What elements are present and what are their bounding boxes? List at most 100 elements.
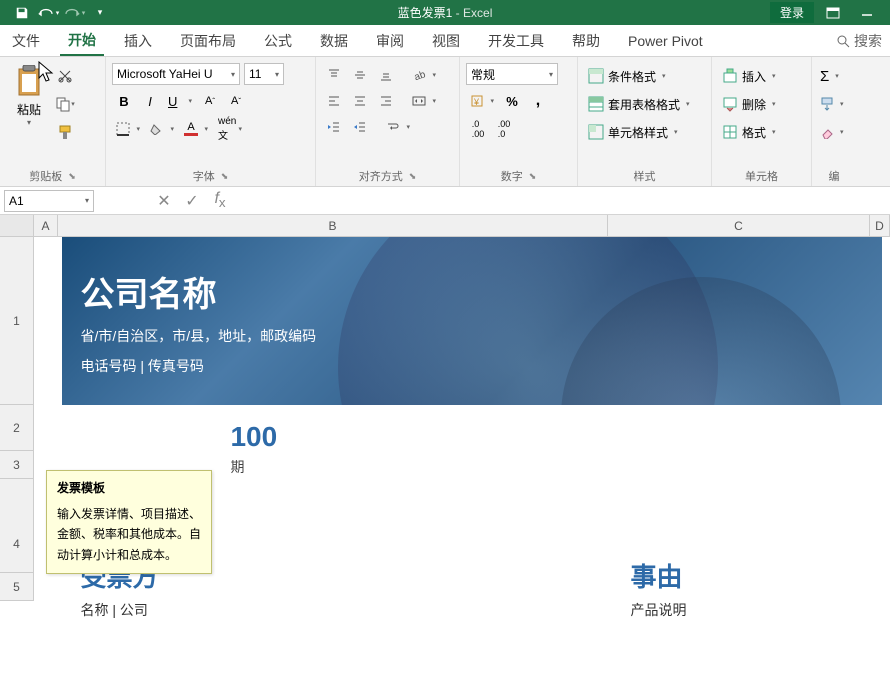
tab-data[interactable]: 数据 — [312, 27, 356, 55]
search-label: 搜索 — [854, 31, 882, 51]
conditional-formatting-button[interactable]: 条件格式▾ — [584, 63, 705, 89]
increase-font-button[interactable]: Aˆ — [198, 89, 222, 113]
format-cells-button[interactable]: 格式▾ — [718, 119, 805, 145]
column-header-A[interactable]: A — [34, 215, 58, 236]
number-format-combo[interactable]: 常规▾ — [466, 63, 558, 85]
format-as-table-button[interactable]: 套用表格格式▾ — [584, 91, 705, 117]
row-header-1[interactable]: 1 — [0, 237, 34, 405]
borders-button[interactable]: ▾ — [112, 117, 144, 141]
fill-color-button[interactable]: ▾ — [146, 117, 178, 141]
tab-insert[interactable]: 插入 — [116, 27, 160, 55]
delete-cells-button[interactable]: 删除▾ — [718, 91, 805, 117]
decrease-decimal-button[interactable]: .00.0 — [492, 117, 516, 141]
column-header-C[interactable]: C — [608, 215, 870, 236]
increase-indent-button[interactable] — [348, 115, 372, 139]
font-size-combo[interactable]: 11▾ — [244, 63, 284, 85]
italic-button[interactable]: I — [138, 89, 162, 113]
undo-button[interactable]: ▾ — [36, 2, 60, 24]
tab-file[interactable]: 文件 — [8, 27, 48, 55]
delete-icon — [722, 96, 738, 112]
fill-button[interactable]: ▾ — [818, 91, 850, 117]
quick-access-toolbar: ▾ ▾ ▾ — [0, 2, 112, 24]
accounting-format-button[interactable]: ¥▾ — [466, 89, 498, 113]
tab-page-layout[interactable]: 页面布局 — [172, 27, 244, 55]
currency-icon: ¥ — [470, 94, 484, 108]
align-middle-button[interactable] — [348, 63, 372, 87]
formula-input[interactable] — [230, 190, 890, 212]
tab-home[interactable]: 开始 — [60, 26, 104, 56]
font-launcher[interactable]: ⬊ — [221, 171, 229, 182]
font-name-combo[interactable]: Microsoft YaHei U▾ — [112, 63, 240, 85]
enter-formula-button[interactable]: ✓ — [182, 191, 202, 211]
align-bottom-button[interactable] — [374, 63, 398, 87]
group-font: Microsoft YaHei U▾ 11▾ B I U▾ Aˆ Aˇ ▾ ▾ … — [106, 57, 316, 186]
alignment-launcher[interactable]: ⬊ — [409, 171, 417, 182]
align-right-button[interactable] — [374, 89, 398, 113]
ribbon-display-button[interactable] — [818, 2, 848, 24]
clipboard-launcher[interactable]: ⬊ — [68, 171, 76, 182]
select-all-corner[interactable] — [0, 215, 34, 236]
copy-button[interactable]: ▾ — [54, 93, 76, 115]
appname: Excel — [463, 6, 492, 20]
font-color-button[interactable]: A▾ — [180, 117, 212, 141]
align-left-button[interactable] — [322, 89, 346, 113]
for-description: 产品说明 — [630, 600, 864, 620]
tab-review[interactable]: 审阅 — [368, 27, 412, 55]
align-top-button[interactable] — [322, 63, 346, 87]
format-icon — [722, 124, 738, 140]
orientation-button[interactable]: ab▾ — [408, 63, 440, 87]
phonetic-button[interactable]: wén文▾ — [214, 117, 246, 141]
row-header-2[interactable]: 2 — [0, 405, 34, 451]
minimize-button[interactable] — [852, 2, 882, 24]
row-header-3[interactable]: 3 — [0, 451, 34, 479]
align-center-button[interactable] — [348, 89, 372, 113]
group-clipboard: 粘贴 ▾ ▾ 剪贴板⬊ — [0, 57, 106, 186]
copy-icon — [55, 96, 71, 112]
cancel-formula-button[interactable]: ✕ — [154, 191, 174, 211]
fx-button[interactable]: fx — [210, 190, 230, 210]
group-cells: 插入▾ 删除▾ 格式▾ 单元格 — [712, 57, 812, 186]
login-button[interactable]: 登录 — [770, 2, 814, 23]
wrap-icon — [386, 120, 400, 134]
bill-to-name: 名称 | 公司 — [80, 600, 630, 620]
save-button[interactable] — [10, 2, 34, 24]
qat-customize-button[interactable]: ▾ — [88, 2, 112, 24]
autosum-button[interactable]: Σ▾ — [818, 63, 850, 89]
number-launcher[interactable]: ⬊ — [529, 171, 537, 182]
tab-help[interactable]: 帮助 — [564, 27, 608, 55]
clear-button[interactable]: ▾ — [818, 119, 850, 145]
bold-button[interactable]: B — [112, 89, 136, 113]
row-header-5[interactable]: 5 — [0, 573, 34, 601]
wrap-text-button[interactable]: ▾ — [382, 115, 414, 139]
percent-button[interactable]: % — [500, 89, 524, 113]
paste-button[interactable]: 粘贴 ▾ — [6, 61, 52, 166]
format-painter-button[interactable] — [54, 121, 76, 143]
merge-button[interactable]: ▾ — [408, 89, 440, 113]
redo-button[interactable]: ▾ — [62, 2, 86, 24]
formula-bar: A1▾ ✕ ✓ fx — [0, 187, 890, 215]
column-header-D[interactable]: D — [870, 215, 890, 236]
cells-area[interactable]: 公司名称 省/市/自治区，市/县，地址，邮政编码 电话号码 | 传真号码 100… — [34, 237, 890, 636]
svg-text:ab: ab — [413, 69, 426, 82]
column-header-B[interactable]: B — [58, 215, 608, 236]
name-box[interactable]: A1▾ — [4, 190, 94, 212]
decrease-font-button[interactable]: Aˇ — [224, 89, 248, 113]
insert-cells-button[interactable]: 插入▾ — [718, 63, 805, 89]
tab-view[interactable]: 视图 — [424, 27, 468, 55]
underline-button[interactable]: U▾ — [164, 89, 196, 113]
ribbon-tabs: 文件 开始 插入 页面布局 公式 数据 审阅 视图 开发工具 帮助 Power … — [0, 25, 890, 57]
worksheet-area: A B C D 1 2 3 4 5 公司名称 省/市/自治区，市/县，地址，邮政… — [0, 215, 890, 680]
cut-button[interactable] — [54, 65, 76, 87]
decrease-indent-button[interactable] — [322, 115, 346, 139]
comma-button[interactable]: , — [526, 89, 550, 113]
row-header-4[interactable]: 4 — [0, 479, 34, 573]
increase-decimal-button[interactable]: .0.00 — [466, 117, 490, 141]
search-box[interactable]: 搜索 — [836, 31, 882, 51]
borders-icon — [116, 122, 130, 136]
group-label-alignment: 对齐方式 — [359, 168, 403, 184]
tab-developer[interactable]: 开发工具 — [480, 27, 552, 55]
cell-styles-button[interactable]: 单元格样式▾ — [584, 119, 705, 145]
tab-power-pivot[interactable]: Power Pivot — [620, 29, 711, 53]
tab-formulas[interactable]: 公式 — [256, 27, 300, 55]
group-number: 常规▾ ¥▾ % , .0.00 .00.0 数字⬊ — [460, 57, 578, 186]
